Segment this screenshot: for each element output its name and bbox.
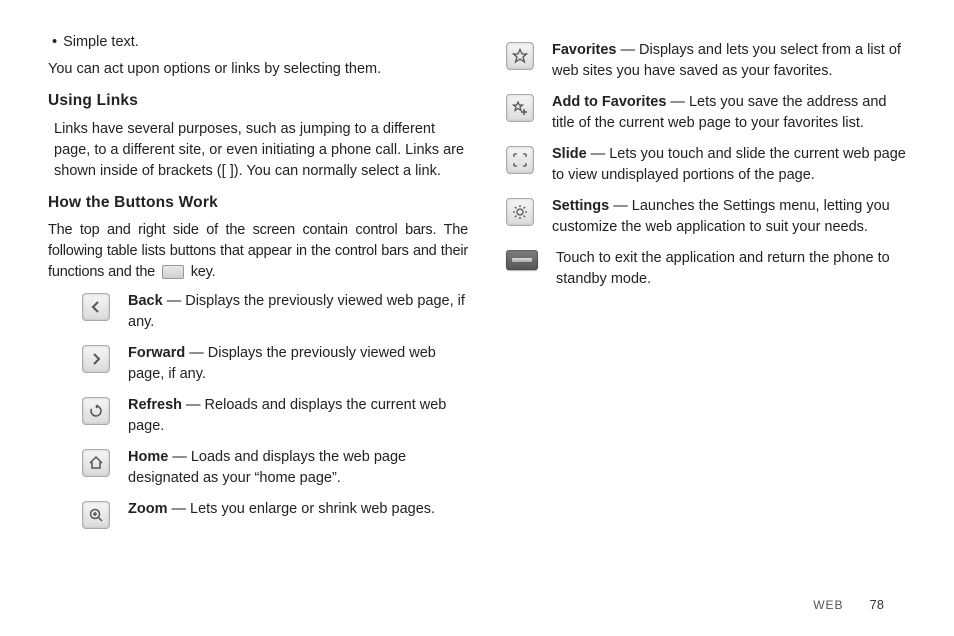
term: Refresh bbox=[128, 397, 182, 413]
term: Back bbox=[128, 293, 163, 309]
page-footer: WEB 78 bbox=[813, 597, 884, 612]
row-desc: Favorites — Displays and lets you select… bbox=[552, 40, 906, 82]
row-refresh: Refresh — Reloads and displays the curre… bbox=[82, 395, 468, 437]
bullet-item: • Simple text. bbox=[48, 32, 468, 53]
row-settings: Settings — Launches the Settings menu, l… bbox=[506, 196, 906, 238]
links-paragraph: Links have several purposes, such as jum… bbox=[54, 119, 468, 182]
two-column-layout: • Simple text. You can act upon options … bbox=[48, 32, 916, 539]
row-forward: Forward — Displays the previously viewed… bbox=[82, 343, 468, 385]
term: Home bbox=[128, 449, 168, 465]
term: Favorites bbox=[552, 42, 616, 58]
refresh-icon bbox=[82, 397, 110, 425]
row-zoom: Zoom — Lets you enlarge or shrink web pa… bbox=[82, 499, 468, 529]
right-column: Favorites — Displays and lets you select… bbox=[506, 32, 906, 539]
term: Settings bbox=[552, 198, 609, 214]
row-desc: Settings — Launches the Settings menu, l… bbox=[552, 196, 906, 238]
buttons-intro-text-b: key. bbox=[187, 264, 216, 280]
definition: — Lets you touch and slide the current w… bbox=[552, 146, 906, 183]
row-desc: Slide — Lets you touch and slide the cur… bbox=[552, 144, 906, 186]
page-number: 78 bbox=[870, 597, 884, 612]
row-exit: Touch to exit the application and return… bbox=[506, 248, 906, 290]
gear-icon bbox=[506, 198, 534, 226]
intro-paragraph: You can act upon options or links by sel… bbox=[48, 59, 468, 80]
buttons-intro-text-a: The top and right side of the screen con… bbox=[48, 222, 468, 280]
row-desc: Refresh — Reloads and displays the curre… bbox=[128, 395, 468, 437]
row-back: Back — Displays the previously viewed we… bbox=[82, 291, 468, 333]
document-page: • Simple text. You can act upon options … bbox=[0, 0, 954, 636]
bullet-marker: • bbox=[48, 32, 57, 53]
bullet-text: Simple text. bbox=[63, 32, 139, 53]
forward-icon bbox=[82, 345, 110, 373]
exit-key-icon bbox=[506, 250, 538, 270]
definition: — Loads and displays the web page design… bbox=[128, 449, 406, 486]
row-desc: Zoom — Lets you enlarge or shrink web pa… bbox=[128, 499, 468, 520]
definition: Touch to exit the application and return… bbox=[556, 250, 890, 287]
row-desc: Home — Loads and displays the web page d… bbox=[128, 447, 468, 489]
term: Forward bbox=[128, 345, 185, 361]
row-home: Home — Loads and displays the web page d… bbox=[82, 447, 468, 489]
buttons-intro: The top and right side of the screen con… bbox=[48, 220, 468, 283]
row-favorites: Favorites — Displays and lets you select… bbox=[506, 40, 906, 82]
footer-section: WEB bbox=[813, 598, 843, 612]
definition: — Displays the previously viewed web pag… bbox=[128, 293, 465, 330]
soft-key-icon bbox=[162, 265, 184, 279]
row-slide: Slide — Lets you touch and slide the cur… bbox=[506, 144, 906, 186]
term: Zoom bbox=[128, 501, 167, 517]
term: Add to Favorites bbox=[552, 94, 666, 110]
star-icon bbox=[506, 42, 534, 70]
definition: — Lets you enlarge or shrink web pages. bbox=[167, 501, 435, 517]
star-plus-icon bbox=[506, 94, 534, 122]
expand-icon bbox=[506, 146, 534, 174]
row-desc: Back — Displays the previously viewed we… bbox=[128, 291, 468, 333]
back-icon bbox=[82, 293, 110, 321]
zoom-icon bbox=[82, 501, 110, 529]
row-desc: Touch to exit the application and return… bbox=[556, 248, 906, 290]
heading-how-buttons-work: How the Buttons Work bbox=[48, 192, 468, 214]
row-desc: Forward — Displays the previously viewed… bbox=[128, 343, 468, 385]
home-icon bbox=[82, 449, 110, 477]
row-desc: Add to Favorites — Lets you save the add… bbox=[552, 92, 906, 134]
heading-using-links: Using Links bbox=[48, 90, 468, 112]
left-column: • Simple text. You can act upon options … bbox=[48, 32, 468, 539]
row-add-favorites: Add to Favorites — Lets you save the add… bbox=[506, 92, 906, 134]
term: Slide bbox=[552, 146, 587, 162]
